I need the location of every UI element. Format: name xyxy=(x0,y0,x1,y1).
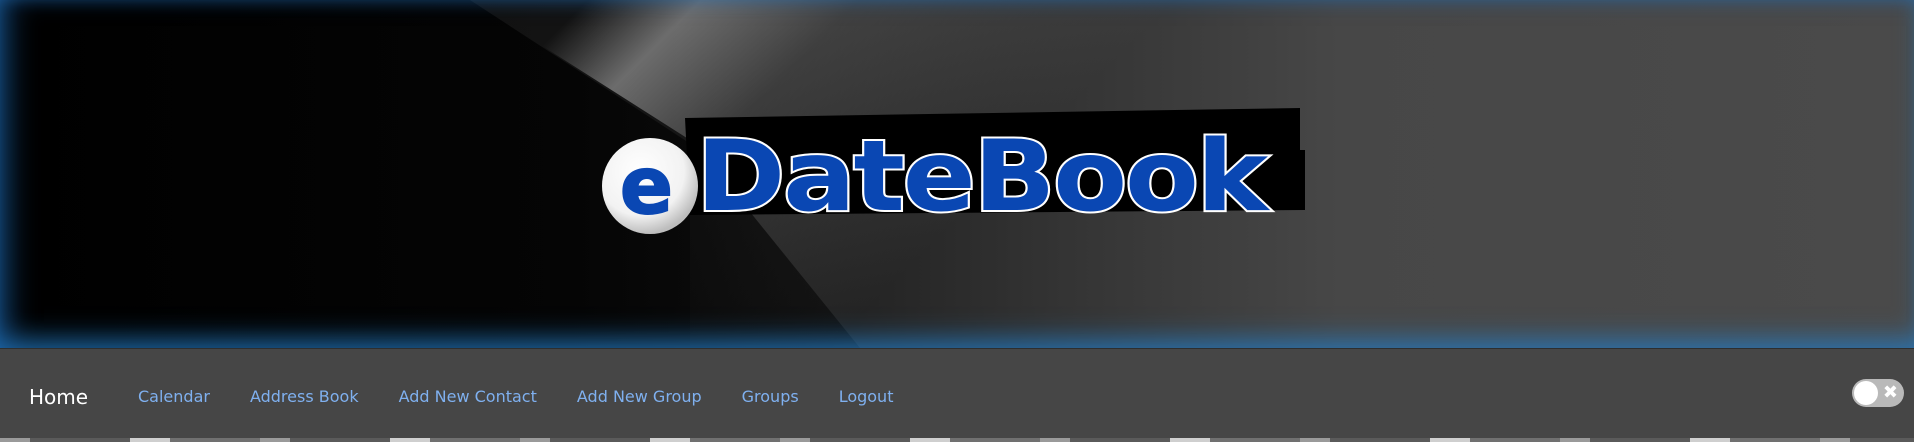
page-background-strip xyxy=(0,438,1914,442)
navbar: Home Calendar Address Book Add New Conta… xyxy=(0,348,1914,441)
theme-toggle[interactable]: ✖ xyxy=(1852,379,1904,407)
nav-link-add-new-contact[interactable]: Add New Contact xyxy=(399,385,537,409)
toggle-knob xyxy=(1854,381,1878,405)
nav-link-address-book[interactable]: Address Book xyxy=(250,385,359,409)
nav-link-groups[interactable]: Groups xyxy=(742,385,799,409)
nav-link-add-new-group[interactable]: Add New Group xyxy=(577,385,702,409)
logo-prefix: e xyxy=(620,142,673,232)
nav-links: Calendar Address Book Add New Contact Ad… xyxy=(138,385,933,409)
nav-link-logout[interactable]: Logout xyxy=(839,385,894,409)
header-banner: e DateBook xyxy=(0,0,1914,348)
nav-link-calendar[interactable]: Calendar xyxy=(138,385,210,409)
close-icon: ✖ xyxy=(1882,382,1898,403)
nav-home-link[interactable]: Home xyxy=(29,385,88,409)
logo-text: DateBook xyxy=(696,120,1271,234)
edatebook-logo: e DateBook xyxy=(602,108,1305,236)
